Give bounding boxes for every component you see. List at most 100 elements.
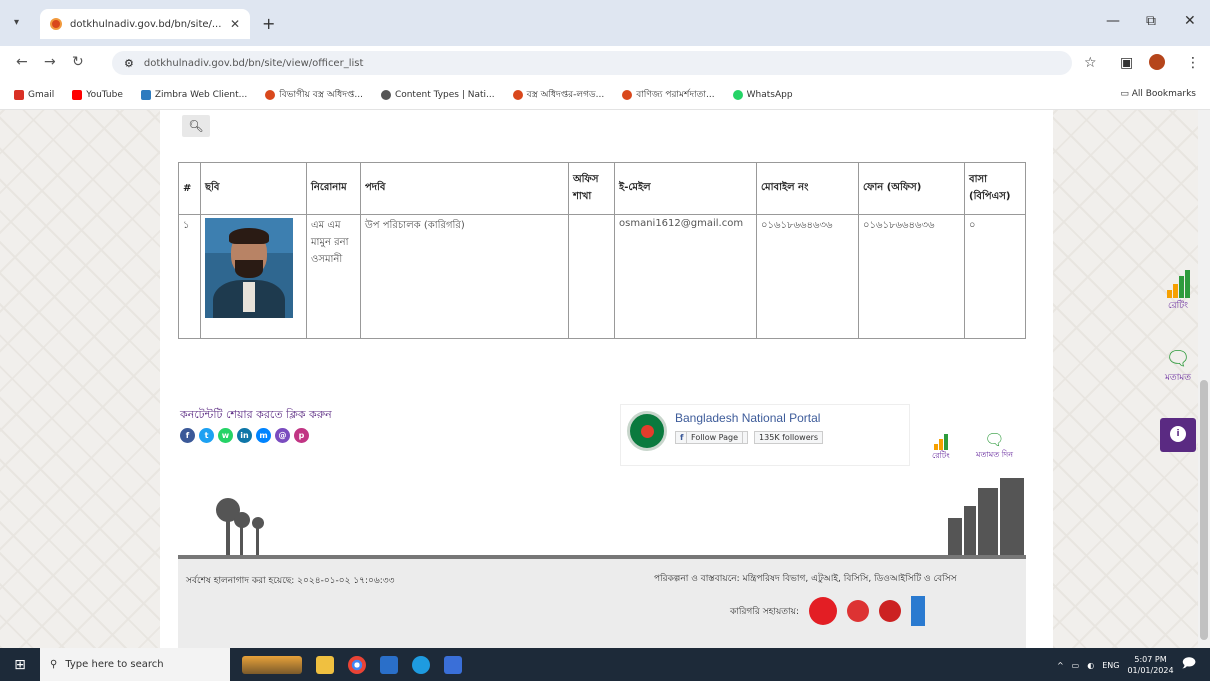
portal-name[interactable]: Bangladesh National Portal bbox=[675, 411, 823, 425]
bookmark-star-icon[interactable]: ☆ bbox=[1084, 55, 1097, 71]
url-text: dotkhulnadiv.gov.bd/bn/site/view/officer… bbox=[143, 57, 364, 69]
bookmark-youtube[interactable]: YouTube bbox=[72, 89, 123, 100]
language-indicator[interactable]: ENG bbox=[1102, 661, 1119, 670]
accessibility-button[interactable]: i bbox=[1160, 418, 1196, 452]
share-content-link[interactable]: কনটেন্টটি শেয়ার করতে ক্লিক করুন bbox=[180, 406, 332, 425]
national-portal-widget[interactable]: Bangladesh National Portal f Follow Page… bbox=[620, 404, 910, 466]
bookmark-whatsapp[interactable]: WhatsApp bbox=[732, 89, 793, 100]
col-number: # bbox=[178, 162, 201, 215]
scrollbar-thumb[interactable] bbox=[1200, 380, 1208, 640]
follow-page-button[interactable]: f Follow Page bbox=[675, 431, 749, 444]
profile-avatar[interactable] bbox=[1149, 54, 1165, 70]
facebook-icon[interactable]: f bbox=[180, 428, 195, 443]
menu-icon[interactable]: ⋮ bbox=[1186, 55, 1200, 71]
tray-chevron-icon[interactable]: ^ bbox=[1057, 661, 1064, 670]
technical-label: কারিগরি সহায়তায়: bbox=[730, 606, 799, 617]
bookmark-gmail[interactable]: Gmail bbox=[14, 89, 54, 100]
volume-icon[interactable]: ◐ bbox=[1087, 661, 1094, 670]
search-icon: 🔍︎ bbox=[188, 119, 204, 133]
planning-credit: পরিকল্পনা ও বাস্তবায়নে: মন্ত্রিপরিষদ বি… bbox=[654, 574, 957, 584]
print-icon[interactable]: p bbox=[294, 428, 309, 443]
social-share-icons: f t w in m @ p bbox=[180, 428, 309, 443]
linkedin-icon[interactable]: in bbox=[237, 428, 252, 443]
bookmarks-bar: Gmail YouTube Zimbra Web Client... বিভাগ… bbox=[0, 80, 1210, 110]
chrome-icon[interactable] bbox=[348, 655, 366, 674]
ict-division-logo[interactable] bbox=[879, 600, 901, 622]
app-icon[interactable] bbox=[380, 655, 398, 674]
taskbar-search[interactable]: ⚲ Type here to search bbox=[40, 648, 230, 681]
main-content: 🔍︎ # ছবি নিরোনাম পদবি অফিস শাখা ই-মেইল ম… bbox=[160, 110, 1053, 648]
feedback-bubble-icon: 🗨︎ bbox=[984, 430, 1005, 449]
network-icon[interactable]: ▭ bbox=[1072, 661, 1080, 670]
search-button[interactable]: 🔍︎ bbox=[182, 115, 210, 137]
side-rating-icon bbox=[1160, 270, 1196, 298]
a2i-logo[interactable] bbox=[809, 597, 837, 625]
tab-active[interactable]: dotkhulnadiv.gov.bd/bn/site/... ✕ bbox=[40, 9, 250, 39]
bookmark-division[interactable]: বিভাগীয় বস্ত্র অধিদপ্ত... bbox=[265, 87, 363, 102]
col-email: ই-মেইল bbox=[614, 162, 757, 215]
taskbar-apps bbox=[242, 655, 462, 674]
twitter-icon[interactable]: t bbox=[199, 428, 214, 443]
edge-icon[interactable] bbox=[412, 655, 430, 674]
address-bar[interactable]: ⚙ dotkhulnadiv.gov.bd/bn/site/view/offic… bbox=[112, 51, 1072, 75]
skyline-illustration bbox=[216, 478, 1024, 558]
file-explorer-icon[interactable] bbox=[316, 655, 334, 674]
side-feedback-widget[interactable]: 🗨︎ মতামত bbox=[1160, 346, 1196, 385]
page-scrollbar[interactable] bbox=[1198, 110, 1210, 648]
officer-table: # ছবি নিরোনাম পদবি অফিস শাখা ই-মেইল মোবা… bbox=[178, 162, 1026, 339]
table-row: ১ এম এম মামুন রনা ওসমানী উপ পরিচালক (কার… bbox=[178, 214, 1026, 339]
close-window-icon[interactable]: ✕ bbox=[1184, 13, 1196, 29]
browser-tabbar: ▾ dotkhulnadiv.gov.bd/bn/site/... ✕ + — … bbox=[0, 0, 1210, 46]
tab-close-icon[interactable]: ✕ bbox=[230, 17, 240, 31]
weather-widget-icon[interactable] bbox=[242, 655, 302, 674]
officer-photo bbox=[205, 218, 293, 318]
minimize-icon[interactable]: — bbox=[1106, 13, 1120, 29]
windows-start-icon[interactable]: ⊞ bbox=[0, 648, 40, 681]
col-name: নিরোনাম bbox=[306, 162, 361, 215]
tab-title: dotkhulnadiv.gov.bd/bn/site/... bbox=[70, 18, 222, 30]
notification-icon[interactable]: 🗩︎ bbox=[1182, 654, 1196, 676]
clock[interactable]: 5:07 PM 01/01/2024 bbox=[1127, 654, 1173, 676]
email-icon[interactable]: @ bbox=[275, 428, 290, 443]
bookmark-zimbra[interactable]: Zimbra Web Client... bbox=[140, 89, 247, 100]
bookmark-commerce[interactable]: বাণিজ্য পরামর্শদাতা... bbox=[622, 87, 715, 102]
footer-rating[interactable]: রেটিং bbox=[932, 430, 950, 463]
cell-home: ০ bbox=[964, 214, 1026, 339]
bookmark-textile[interactable]: বস্ত্র অধিদপ্তর-লগড... bbox=[512, 87, 604, 102]
forward-icon[interactable]: → bbox=[44, 54, 56, 70]
site-info-icon[interactable]: ⚙ bbox=[124, 57, 134, 70]
side-feedback-icon: 🗨︎ bbox=[1165, 346, 1191, 370]
messenger-icon[interactable]: m bbox=[256, 428, 271, 443]
table-header-row: # ছবি নিরোনাম পদবি অফিস শাখা ই-মেইল মোবা… bbox=[178, 162, 1026, 215]
cell-mobile: ০১৬১৮৬৬৪৬৩৬ bbox=[756, 214, 859, 339]
technical-support: কারিগরি সহায়তায়: bbox=[730, 596, 925, 626]
windows-taskbar: ⊞ ⚲ Type here to search ^ ▭ ◐ ENG 5:07 P… bbox=[0, 648, 1210, 681]
bookmark-content-types[interactable]: Content Types | Nati... bbox=[380, 89, 495, 100]
col-branch: অফিস শাখা bbox=[568, 162, 615, 215]
restore-icon[interactable]: ⧉ bbox=[1146, 13, 1156, 29]
store-icon[interactable] bbox=[444, 655, 462, 674]
reload-icon[interactable]: ↻ bbox=[72, 54, 84, 70]
tab-search-icon[interactable]: ▾ bbox=[14, 17, 28, 31]
all-bookmarks[interactable]: ▭ All Bookmarks bbox=[1120, 89, 1196, 99]
followers-count: 135K followers bbox=[754, 431, 824, 444]
cell-email[interactable]: osmani1612@gmail.com bbox=[614, 214, 757, 339]
col-photo: ছবি bbox=[200, 162, 307, 215]
new-tab-icon[interactable]: + bbox=[262, 14, 275, 33]
system-tray: ^ ▭ ◐ ENG 5:07 PM 01/01/2024 🗩︎ bbox=[1057, 654, 1196, 676]
cabinet-division-logo[interactable] bbox=[847, 600, 869, 622]
bangladesh-portal-logo bbox=[627, 411, 667, 451]
footer-feedback[interactable]: 🗨︎ মতামত দিন bbox=[976, 430, 1013, 462]
search-icon: ⚲ bbox=[50, 659, 58, 670]
left-background-pattern bbox=[0, 110, 180, 648]
undp-logo[interactable] bbox=[911, 596, 925, 626]
col-mobile: মোবাইল নং bbox=[756, 162, 859, 215]
whatsapp-icon[interactable]: w bbox=[218, 428, 233, 443]
side-rating-widget[interactable]: রেটিং bbox=[1160, 270, 1196, 313]
sidepanel-icon[interactable]: ▣ bbox=[1120, 55, 1133, 71]
site-favicon-icon bbox=[50, 18, 62, 30]
col-home: বাসা (বিপিএস) bbox=[964, 162, 1026, 215]
taskbar-search-placeholder: Type here to search bbox=[65, 659, 164, 670]
back-icon[interactable]: ← bbox=[16, 54, 28, 70]
browser-toolbar: ← → ↻ ⚙ dotkhulnadiv.gov.bd/bn/site/view… bbox=[0, 46, 1210, 80]
